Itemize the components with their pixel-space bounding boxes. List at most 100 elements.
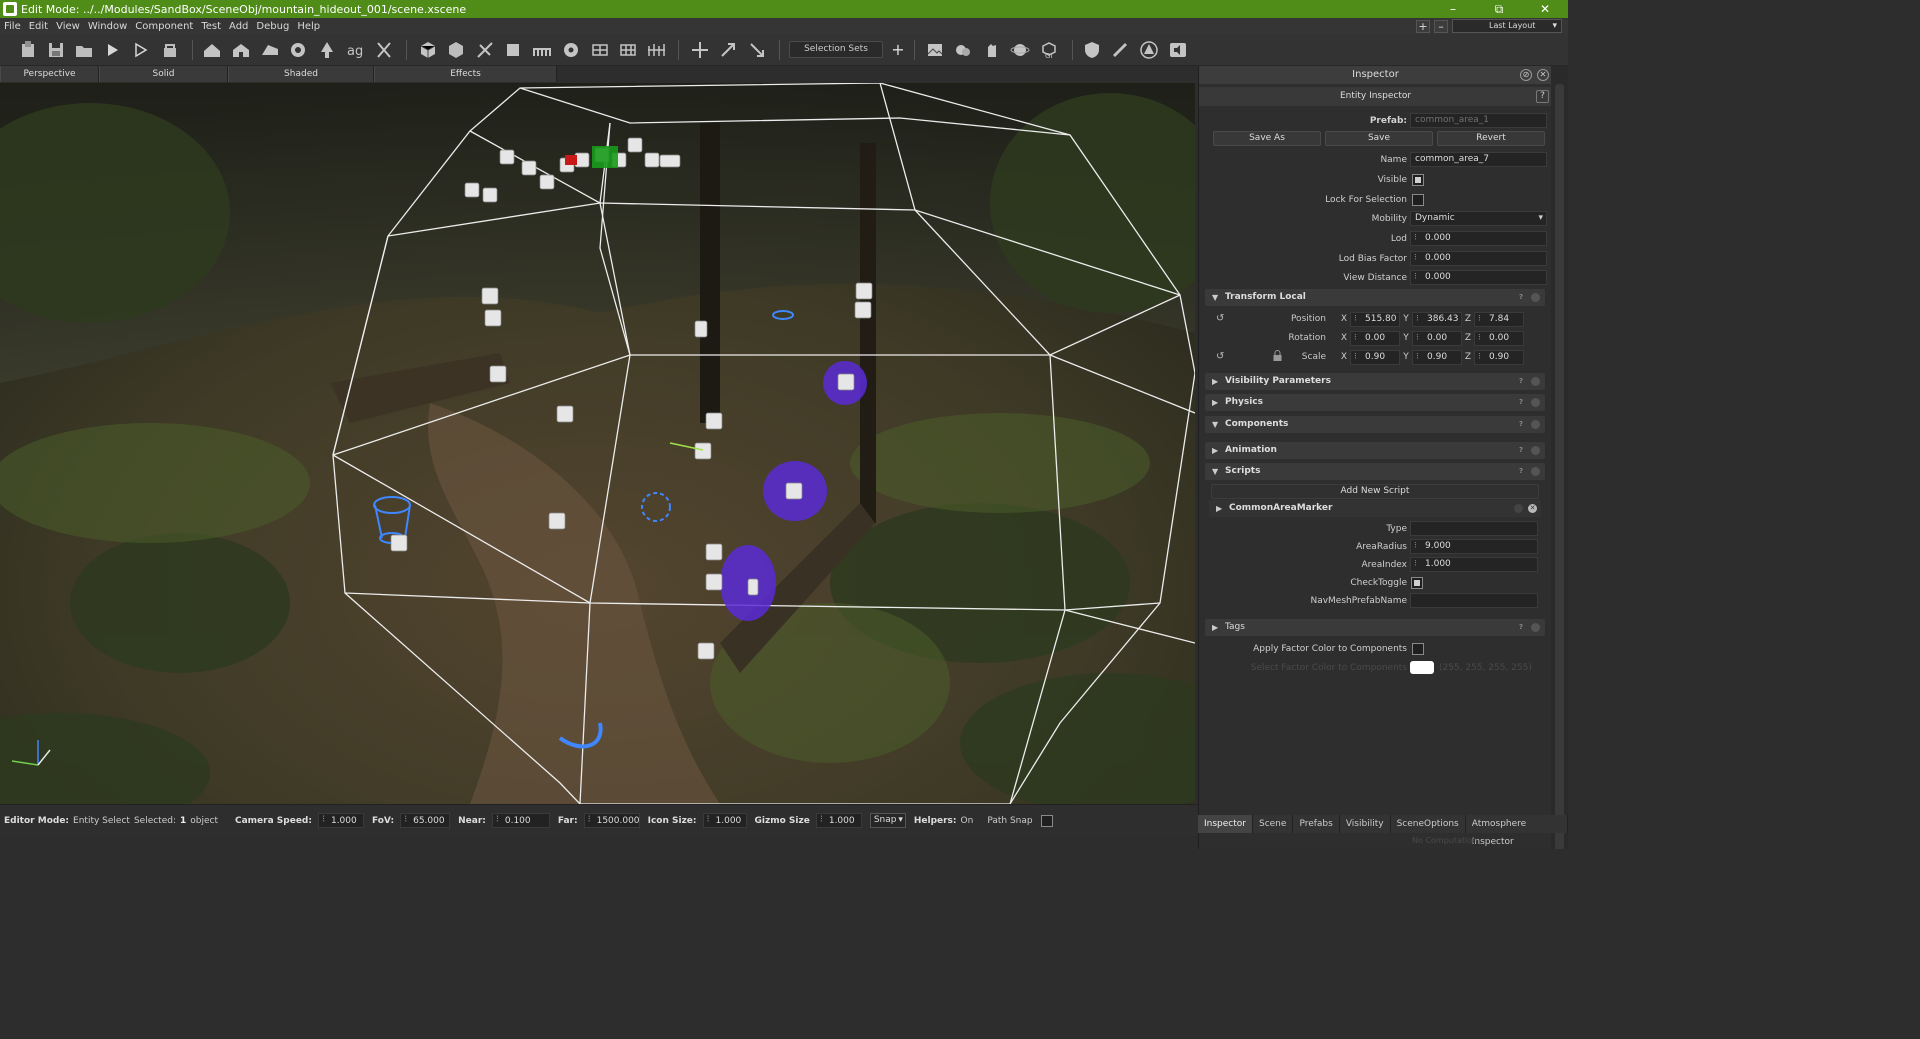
check-toggle-checkbox[interactable] xyxy=(1411,577,1423,589)
house-icon[interactable] xyxy=(202,40,222,60)
menu-file[interactable]: File xyxy=(0,21,25,32)
tab-solid[interactable]: Solid xyxy=(99,66,228,82)
mesh-grid-icon[interactable] xyxy=(618,40,638,60)
close-button[interactable]: ✕ xyxy=(1522,0,1568,18)
revert-button[interactable]: Revert xyxy=(1437,131,1545,146)
menu-window[interactable]: Window xyxy=(84,21,131,32)
tab-inspector[interactable]: Inspector xyxy=(1198,815,1253,833)
menu-help[interactable]: Help xyxy=(293,21,324,32)
add-selection-set-button[interactable]: + xyxy=(888,40,908,60)
scale-z-input[interactable]: 0.90 xyxy=(1474,349,1524,365)
planet-icon[interactable] xyxy=(1010,40,1030,60)
helpers-value[interactable]: On xyxy=(961,816,974,826)
lock-icon[interactable] xyxy=(1273,350,1282,361)
scatter-icon[interactable] xyxy=(288,40,308,60)
pin-icon[interactable]: ⊘ xyxy=(1520,69,1532,81)
picture-icon[interactable] xyxy=(925,40,945,60)
gear-icon[interactable] xyxy=(561,40,581,60)
text-ag-icon[interactable]: ag xyxy=(346,40,366,60)
options-icon[interactable] xyxy=(1531,293,1540,302)
area-radius-input[interactable]: 9.000 xyxy=(1410,539,1538,554)
section-transform-local[interactable]: ▼ Transform Local ? xyxy=(1205,289,1545,306)
save-as-button[interactable]: Save As xyxy=(1213,131,1321,146)
help-icon[interactable]: ? xyxy=(1519,293,1527,302)
fov-input[interactable]: 65.000 xyxy=(400,813,451,828)
camera-speed-input[interactable]: 1.000 xyxy=(317,813,364,828)
scene-viewport[interactable] xyxy=(0,83,1195,804)
tree-icon[interactable] xyxy=(317,40,337,60)
add-layout-button[interactable]: + xyxy=(1416,19,1430,33)
apply-factor-checkbox[interactable] xyxy=(1412,643,1424,655)
layout-select[interactable]: Last Layout xyxy=(1452,19,1562,33)
help-icon[interactable]: ? xyxy=(1519,420,1527,429)
hand-icon[interactable] xyxy=(982,40,1002,60)
tab-prefabs[interactable]: Prefabs xyxy=(1293,815,1340,833)
options-icon[interactable] xyxy=(1531,420,1540,429)
section-visibility-parameters[interactable]: ▶ Visibility Parameters ? xyxy=(1205,373,1545,390)
right-scrollbar[interactable] xyxy=(1551,66,1568,849)
script-common-area-marker[interactable]: ▶ CommonAreaMarker ✕ xyxy=(1209,500,1541,517)
menu-test[interactable]: Test xyxy=(197,21,225,32)
close-panel-icon[interactable]: ✕ xyxy=(1537,69,1549,81)
menu-edit[interactable]: Edit xyxy=(25,21,52,32)
navmesh-input[interactable] xyxy=(1410,593,1538,608)
roof-icon[interactable] xyxy=(260,40,280,60)
options-icon[interactable] xyxy=(1531,398,1540,407)
selection-sets-dropdown[interactable]: Selection Sets xyxy=(789,41,883,58)
rotation-y-input[interactable]: 0.00 xyxy=(1412,330,1462,346)
menu-component[interactable]: Component xyxy=(131,21,197,32)
lod-bias-input[interactable]: 0.000 xyxy=(1410,251,1547,266)
build-icon[interactable] xyxy=(160,40,180,60)
visible-checkbox[interactable] xyxy=(1412,174,1424,186)
script-type-input[interactable] xyxy=(1410,521,1538,536)
tab-atmosphere-inspector[interactable]: Atmosphere Inspector xyxy=(1465,815,1568,847)
reset-position-icon[interactable]: ↺ xyxy=(1216,313,1224,324)
rotation-z-input[interactable]: 0.00 xyxy=(1474,330,1524,346)
help-icon[interactable]: ? xyxy=(1519,623,1527,632)
help-icon[interactable]: ? xyxy=(1519,377,1527,386)
menu-view[interactable]: View xyxy=(52,21,84,32)
scale-x-input[interactable]: 0.90 xyxy=(1350,349,1400,365)
path-snap-checkbox[interactable] xyxy=(1040,814,1053,827)
tab-scene[interactable]: Scene xyxy=(1252,815,1294,833)
menu-debug[interactable]: Debug xyxy=(252,21,293,32)
path-icon[interactable] xyxy=(374,40,394,60)
tab-shaded[interactable]: Shaded xyxy=(228,66,374,82)
menu-add[interactable]: Add xyxy=(225,21,252,32)
cube-add-icon[interactable] xyxy=(446,40,466,60)
rotate-tool-icon[interactable] xyxy=(718,40,738,60)
options-icon[interactable] xyxy=(1531,467,1540,476)
options-icon[interactable] xyxy=(1514,504,1523,513)
mesh-icon[interactable] xyxy=(590,40,610,60)
remove-layout-button[interactable]: – xyxy=(1434,19,1448,33)
icon-size-input[interactable]: 1.000 xyxy=(702,813,747,828)
cube-light-icon[interactable] xyxy=(503,40,523,60)
section-scripts[interactable]: ▼ Scripts ? xyxy=(1205,463,1545,480)
tab-visibility[interactable]: Visibility xyxy=(1339,815,1391,833)
axis-icon[interactable] xyxy=(475,40,495,60)
position-x-input[interactable]: 515.80 xyxy=(1350,311,1400,327)
section-components[interactable]: ▼ Components ? xyxy=(1205,416,1545,433)
maximize-button[interactable]: ⧉ xyxy=(1476,0,1522,18)
options-icon[interactable] xyxy=(1531,377,1540,386)
far-input[interactable]: 1500.000 xyxy=(583,813,640,828)
gi-icon[interactable]: GI xyxy=(1039,40,1059,60)
help-icon[interactable]: ? xyxy=(1519,446,1527,455)
add-new-script-button[interactable]: Add New Script xyxy=(1211,484,1539,499)
cube-icon[interactable] xyxy=(418,40,438,60)
new-icon[interactable] xyxy=(18,40,38,60)
section-physics[interactable]: ▶ Physics ? xyxy=(1205,394,1545,411)
help-icon[interactable]: ? xyxy=(1519,398,1527,407)
rotation-x-input[interactable]: 0.00 xyxy=(1350,330,1400,346)
play-outline-icon[interactable] xyxy=(130,40,150,60)
remove-script-icon[interactable]: ✕ xyxy=(1528,504,1537,513)
area-index-input[interactable]: 1.000 xyxy=(1410,557,1538,572)
lod-input[interactable]: 0.000 xyxy=(1410,231,1547,246)
bridge-icon[interactable] xyxy=(532,40,552,60)
reset-scale-icon[interactable]: ↺ xyxy=(1216,351,1224,362)
warning-icon[interactable] xyxy=(1139,40,1159,60)
minimize-button[interactable]: – xyxy=(1430,0,1476,18)
mesh-fence-icon[interactable] xyxy=(646,40,666,60)
building-icon[interactable] xyxy=(231,40,251,60)
open-folder-icon[interactable] xyxy=(74,40,94,60)
